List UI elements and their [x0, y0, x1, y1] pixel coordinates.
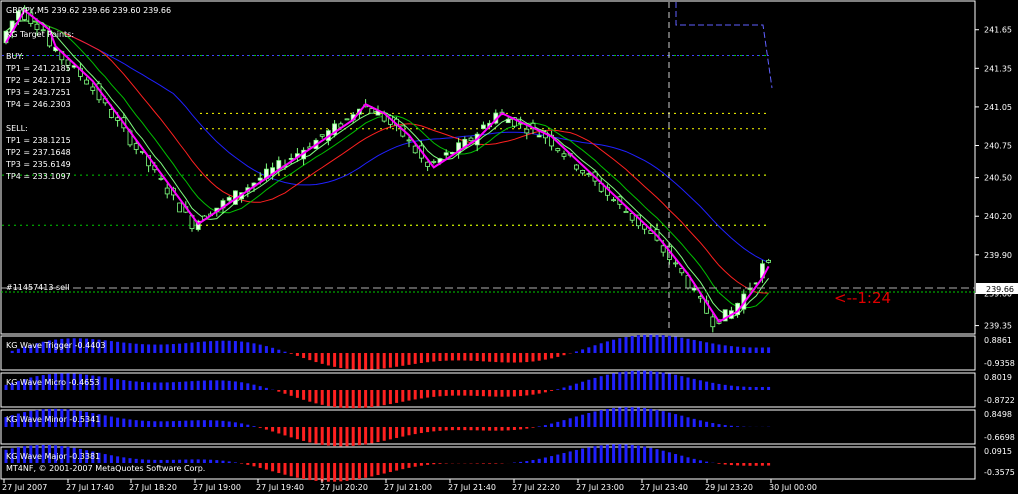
- candle-body: [611, 199, 616, 202]
- buy-tp1: TP1 = 241.2185: [5, 64, 71, 73]
- candle-body: [425, 161, 431, 167]
- candle-body: [412, 145, 418, 154]
- candle-body: [766, 259, 771, 263]
- indicator-tick-label: -0.9358: [984, 359, 1015, 368]
- candle-body: [505, 118, 511, 124]
- candle-body: [623, 210, 629, 214]
- indicator-name: KG Wave Minor -0.5341: [6, 415, 100, 424]
- candle-body: [673, 262, 678, 265]
- candle-body: [468, 137, 474, 142]
- price-tick-label: 239.90: [984, 251, 1012, 260]
- candle-body: [561, 153, 567, 157]
- time-tick-label: 27 Jul 18:20: [129, 483, 177, 492]
- targets-title: KG Target Points:: [6, 30, 74, 39]
- time-tick-label: 27 Jul 23:00: [576, 483, 624, 492]
- candle-body: [177, 202, 183, 213]
- price-tick-label: 240.20: [984, 212, 1012, 221]
- candle-body: [84, 79, 89, 85]
- time-tick-label: 27 Jul 19:40: [256, 483, 304, 492]
- sell-tp3: TP3 = 235.6149: [5, 160, 71, 169]
- buy-tp2: TP2 = 242.1713: [5, 76, 71, 85]
- indicator-tick-label: -0.3575: [984, 468, 1015, 477]
- candle-body: [158, 177, 164, 180]
- time-tick-label: 27 Jul 20:20: [320, 483, 368, 492]
- time-tick-label: 27 Jul 23:40: [640, 483, 688, 492]
- sell-tp4: TP4 = 233.1097: [5, 172, 71, 181]
- candle-body: [319, 134, 325, 137]
- candle-body: [536, 135, 542, 138]
- trading-chart[interactable]: GBPJPY,M5 239.62 239.66 239.60 239.66 KG…: [0, 0, 1018, 494]
- price-tick-label: 241.05: [984, 103, 1012, 112]
- indicator-tick-label: 0.0915: [984, 447, 1012, 456]
- candle-body: [555, 148, 561, 152]
- candle-body: [574, 164, 579, 170]
- candle-body: [226, 197, 232, 201]
- candle-body: [369, 108, 375, 114]
- candle-body: [109, 109, 114, 118]
- countdown-label: <--1:24: [834, 289, 891, 307]
- candle-body: [660, 245, 666, 253]
- candle-body: [344, 118, 350, 121]
- indicator-name: KG Wave Micro -0.4653: [6, 378, 99, 387]
- sell-label: SELL:: [6, 124, 28, 133]
- time-tick-label: 27 Jul 22:20: [512, 483, 560, 492]
- candle-body: [133, 143, 139, 150]
- time-tick-label: 27 Jul 2007: [2, 483, 47, 492]
- time-tick-label: 27 Jul 21:40: [448, 483, 496, 492]
- candle-body: [257, 177, 263, 181]
- indicator-tick-label: 0.8019: [984, 373, 1012, 382]
- price-tick-label: 241.65: [984, 26, 1012, 35]
- buy-tp4: TP4 = 246.2303: [5, 100, 71, 109]
- price-tick-label: 240.75: [984, 141, 1012, 150]
- candle-body: [480, 124, 486, 129]
- indicator-name: KG Wave Major -0.3381: [6, 452, 100, 461]
- time-tick-label: 29 Jul 23:20: [705, 483, 753, 492]
- current-price-tag: 239.66: [986, 285, 1014, 294]
- candle-body: [90, 86, 96, 91]
- candle-body: [34, 23, 40, 30]
- candle-body: [288, 157, 294, 160]
- candle-body: [443, 152, 449, 156]
- price-tick-label: 241.35: [984, 64, 1012, 73]
- sell-tp2: TP2 = 237.1648: [5, 148, 71, 157]
- time-tick-label: 30 Jul 00:00: [769, 483, 817, 492]
- candle-body: [710, 316, 716, 328]
- candle-body: [580, 170, 585, 174]
- indicator-tick-label: 0.8861: [984, 336, 1012, 345]
- indicator-tick-label: -0.8722: [984, 396, 1015, 405]
- indicator-name: KG Wave Trigger -0.4403: [6, 341, 106, 350]
- candle-body: [164, 187, 170, 195]
- buy-label: BUY:: [6, 52, 24, 61]
- indicator-tick-label: 0.8498: [984, 410, 1012, 419]
- order-label: #11457413 sell: [6, 283, 70, 292]
- price-tick-label: 239.35: [984, 322, 1012, 331]
- time-tick-label: 27 Jul 19:00: [193, 483, 241, 492]
- buy-tp3: TP3 = 243.7251: [5, 88, 71, 97]
- sell-tp1: TP1 = 238.1215: [5, 136, 71, 145]
- candle-body: [431, 161, 437, 163]
- time-tick-label: 27 Jul 21:00: [384, 483, 432, 492]
- time-tick-label: 27 Jul 17:40: [66, 483, 114, 492]
- price-tick-label: 240.50: [984, 174, 1012, 183]
- candle-body: [406, 139, 412, 142]
- candle-body: [747, 287, 753, 290]
- symbol-header: GBPJPY,M5 239.62 239.66 239.60 239.66: [6, 6, 171, 15]
- copyright: MT4NF, © 2001-2007 MetaQuotes Software C…: [6, 464, 205, 473]
- candle-body: [524, 128, 530, 134]
- indicator-tick-label: -0.6698: [984, 433, 1015, 442]
